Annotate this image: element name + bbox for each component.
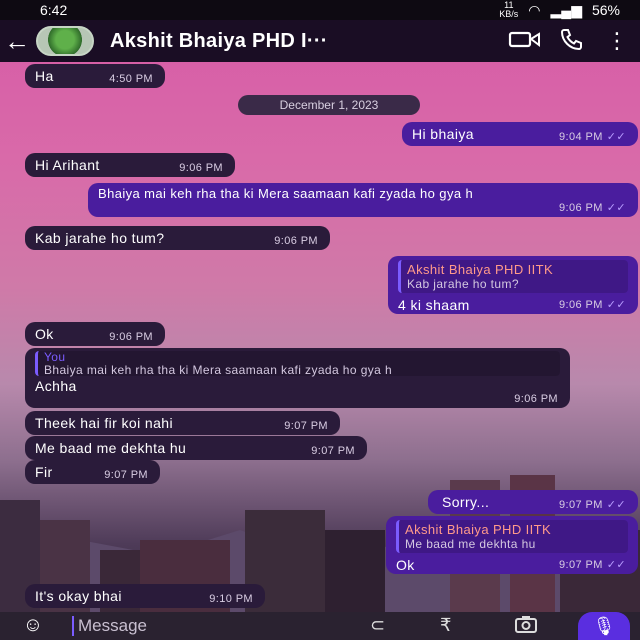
network-speed-unit: KB/s xyxy=(499,9,519,19)
more-vert-icon[interactable]: ⋮ xyxy=(594,28,640,54)
message-outgoing[interactable]: Sorry... 9:07 PM ✓✓ xyxy=(428,490,638,514)
rupee-icon[interactable]: ₹ xyxy=(440,615,451,636)
message-outgoing-reply[interactable]: Akshit Bhaiya PHD IITK Me baad me dekhta… xyxy=(386,516,638,574)
message-text: 4 ki shaam xyxy=(398,297,470,313)
message-incoming[interactable]: Ha 4:50 PM xyxy=(25,64,165,88)
message-time: 9:10 PM xyxy=(209,593,253,605)
message-time: 4:50 PM xyxy=(109,73,153,85)
read-ticks-icon: ✓✓ xyxy=(606,559,626,571)
read-ticks-icon: ✓✓ xyxy=(606,202,626,214)
message-incoming[interactable]: Ok 9:06 PM xyxy=(25,322,165,346)
quoted-message[interactable]: Akshit Bhaiya PHD IITK Kab jarahe ho tum… xyxy=(398,260,628,293)
message-time: 9:06 PM xyxy=(179,162,223,174)
phone-icon[interactable] xyxy=(548,28,594,55)
message-text: Bhaiya mai keh rha tha ki Mera saamaan k… xyxy=(98,186,474,201)
message-time: 9:07 PM xyxy=(559,559,603,571)
message-time: 9:06 PM xyxy=(514,393,558,405)
message-time: 9:06 PM xyxy=(559,202,603,214)
quoted-message[interactable]: You Bhaiya mai keh rha tha ki Mera saama… xyxy=(35,351,560,376)
message-incoming[interactable]: Theek hai fir koi nahi 9:07 PM xyxy=(25,411,340,435)
quoted-author: Akshit Bhaiya PHD IITK xyxy=(407,262,554,277)
arrow-left-icon[interactable]: ← xyxy=(0,26,34,57)
mic-icon[interactable]: 🎙 xyxy=(578,612,630,640)
quoted-message[interactable]: Akshit Bhaiya PHD IITK Me baad me dekhta… xyxy=(396,520,628,553)
message-time: 9:07 PM xyxy=(559,499,603,511)
message-incoming[interactable]: Fir 9:07 PM xyxy=(25,460,160,484)
wifi-icon: ◠ xyxy=(528,1,541,18)
contact-name[interactable]: Akshit Bhaiya PHD I··· xyxy=(110,30,430,53)
message-text: Ok xyxy=(396,557,415,573)
message-text: It's okay bhai xyxy=(35,588,122,604)
message-text: Ha xyxy=(35,68,54,84)
message-time-status: 9:07 PM ✓✓ xyxy=(559,558,626,571)
message-time: 9:04 PM xyxy=(559,131,603,143)
message-incoming[interactable]: Kab jarahe ho tum? 9:06 PM xyxy=(25,226,330,250)
message-outgoing-reply[interactable]: Akshit Bhaiya PHD IITK Kab jarahe ho tum… xyxy=(388,256,638,314)
emoji-icon[interactable]: ☺ xyxy=(20,614,46,638)
message-input[interactable]: Message xyxy=(72,616,378,636)
signal-icon: ▂▄▆ xyxy=(550,1,582,18)
read-ticks-icon: ✓✓ xyxy=(606,299,626,311)
read-ticks-icon: ✓✓ xyxy=(606,131,626,143)
message-time: 9:06 PM xyxy=(109,331,153,343)
read-ticks-icon: ✓✓ xyxy=(606,499,626,511)
message-time: 9:06 PM xyxy=(559,299,603,311)
avatar[interactable] xyxy=(36,26,94,56)
message-text: Sorry... xyxy=(442,494,490,510)
chat-header: ← Akshit Bhaiya PHD I··· ⋮ xyxy=(0,20,640,62)
message-text: Kab jarahe ho tum? xyxy=(35,230,165,246)
message-incoming[interactable]: Hi Arihant 9:06 PM xyxy=(25,153,235,177)
quoted-author: Akshit Bhaiya PHD IITK xyxy=(405,522,552,537)
camera-icon[interactable] xyxy=(515,615,537,638)
message-time-status: 9:06 PM ✓✓ xyxy=(559,298,626,311)
message-outgoing[interactable]: Hi bhaiya 9:04 PM ✓✓ xyxy=(402,122,638,146)
message-time: 9:07 PM xyxy=(104,469,148,481)
message-outgoing[interactable]: Bhaiya mai keh rha tha ki Mera saamaan k… xyxy=(88,183,638,217)
quoted-text: Bhaiya mai keh rha tha ki Mera saamaan k… xyxy=(44,363,393,377)
message-incoming[interactable]: It's okay bhai 9:10 PM xyxy=(25,584,265,608)
message-incoming-reply[interactable]: You Bhaiya mai keh rha tha ki Mera saama… xyxy=(25,348,570,408)
message-text: Me baad me dekhta hu xyxy=(35,440,187,456)
message-time: 9:06 PM xyxy=(274,235,318,247)
video-call-icon[interactable] xyxy=(502,29,548,54)
message-text: Fir xyxy=(35,464,53,480)
message-text: Ok xyxy=(35,326,54,342)
message-time: 9:07 PM xyxy=(311,445,355,457)
network-speed: 11 KB/s xyxy=(499,1,518,19)
message-time-status: 9:07 PM ✓✓ xyxy=(559,498,626,511)
message-time: 9:07 PM xyxy=(284,420,328,432)
message-text: Theek hai fir koi nahi xyxy=(35,415,173,431)
message-composer: ☺ Message ⊂ ₹ 🎙 xyxy=(0,612,640,640)
status-bar: 6:42 11 KB/s ◠ ▂▄▆ 56% xyxy=(0,0,640,20)
battery-level: 56% xyxy=(591,2,620,18)
message-time-status: 9:06 PM ✓✓ xyxy=(559,201,626,214)
message-text: Hi Arihant xyxy=(35,157,100,173)
date-chip: December 1, 2023 xyxy=(238,95,420,115)
message-text: Hi bhaiya xyxy=(412,126,474,142)
message-text: Achha xyxy=(35,378,77,394)
message-time-status: 9:04 PM ✓✓ xyxy=(559,130,626,143)
quoted-text: Me baad me dekhta hu xyxy=(405,537,536,551)
message-incoming[interactable]: Me baad me dekhta hu 9:07 PM xyxy=(25,436,367,460)
paperclip-icon[interactable]: ⊂ xyxy=(370,615,385,636)
quoted-text: Kab jarahe ho tum? xyxy=(407,277,519,291)
status-time: 6:42 xyxy=(40,2,68,18)
